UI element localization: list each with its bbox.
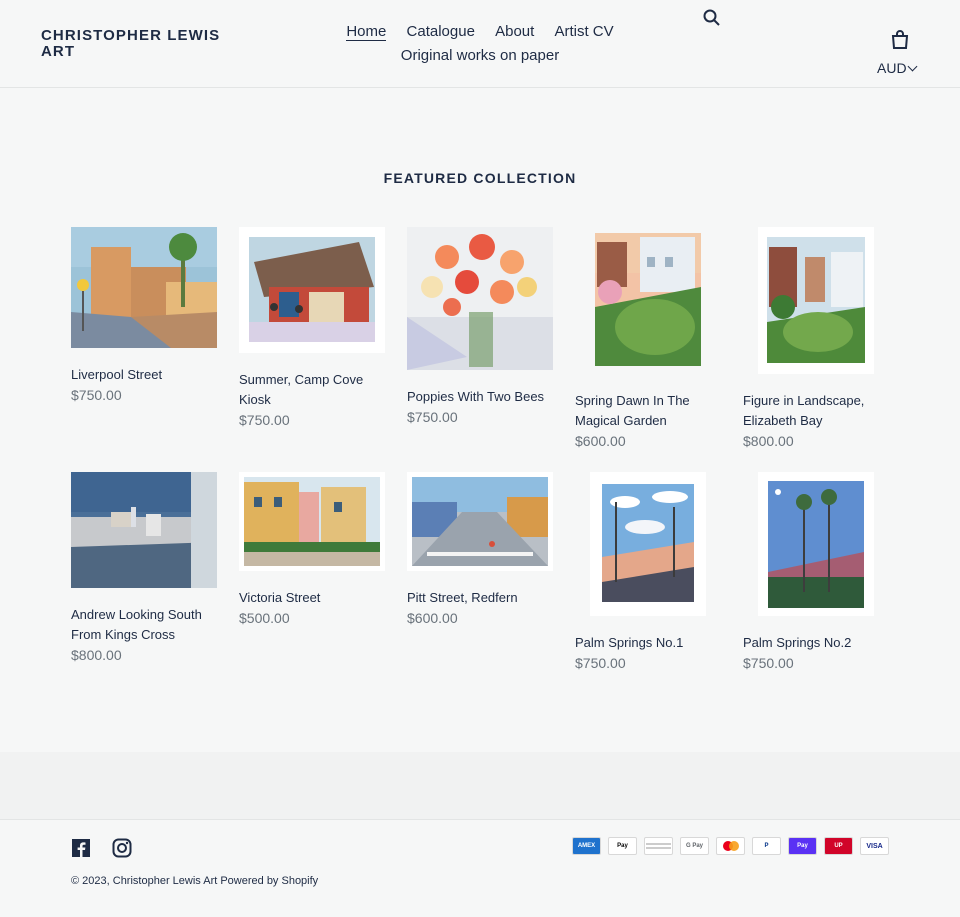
product-price: $750.00	[575, 655, 626, 671]
product-card[interactable]: Andrew Looking South From Kings Cross $8…	[71, 472, 217, 665]
google-pay-icon: G Pay	[680, 837, 709, 855]
product-image[interactable]	[743, 472, 889, 616]
product-price: $600.00	[407, 610, 458, 626]
product-price: $750.00	[743, 655, 794, 671]
site-footer: © 2023, Christopher Lewis Art Powered by…	[0, 820, 960, 917]
nav-catalogue[interactable]: Catalogue	[407, 23, 475, 40]
footer-top-band	[0, 752, 960, 820]
main-nav: Home Catalogue About Artist CV Original …	[330, 20, 630, 68]
product-price: $600.00	[575, 433, 626, 449]
union-pay-icon: UP	[824, 837, 853, 855]
product-card[interactable]: Liverpool Street $750.00	[71, 227, 217, 405]
nav-original-works[interactable]: Original works on paper	[401, 47, 559, 64]
currency-selector[interactable]: AUD	[877, 60, 918, 76]
product-title[interactable]: Spring Dawn In The Magical Garden	[575, 391, 721, 431]
nav-about[interactable]: About	[495, 23, 534, 40]
mastercard-icon	[716, 837, 745, 855]
product-price: $750.00	[71, 387, 122, 403]
product-card[interactable]: Poppies With Two Bees $750.00	[407, 227, 553, 427]
paypal-icon: P	[752, 837, 781, 855]
product-image[interactable]	[71, 472, 217, 588]
product-title[interactable]: Liverpool Street	[71, 365, 217, 385]
product-title[interactable]: Summer, Camp Cove Kiosk	[239, 370, 385, 410]
product-title[interactable]: Victoria Street	[239, 588, 385, 608]
diners-club-icon	[644, 837, 673, 855]
product-title[interactable]: Pitt Street, Redfern	[407, 588, 553, 608]
search-icon[interactable]	[702, 8, 722, 28]
shop-pay-icon: Pay	[788, 837, 817, 855]
product-image[interactable]	[575, 227, 721, 374]
product-card[interactable]: Figure in Landscape, Elizabeth Bay $800.…	[743, 227, 889, 451]
visa-icon: VISA	[860, 837, 889, 855]
product-card[interactable]: Palm Springs No.2 $750.00	[743, 472, 889, 673]
cart-icon[interactable]	[889, 29, 911, 51]
product-card[interactable]: Spring Dawn In The Magical Garden $600.0…	[575, 227, 721, 451]
product-card[interactable]: Palm Springs No.1 $750.00	[575, 472, 721, 673]
product-price: $800.00	[743, 433, 794, 449]
product-title[interactable]: Poppies With Two Bees	[407, 387, 553, 407]
chevron-down-icon	[907, 61, 918, 72]
product-card[interactable]: Summer, Camp Cove Kiosk $750.00	[239, 227, 385, 430]
product-image[interactable]	[239, 472, 385, 571]
product-price: $800.00	[71, 647, 122, 663]
product-price: $750.00	[407, 409, 458, 425]
copyright-text: © 2023, Christopher Lewis Art Powered by…	[71, 875, 319, 887]
product-title[interactable]: Andrew Looking South From Kings Cross	[71, 605, 217, 645]
site-header: CHRISTOPHER LEWIS ART Home Catalogue Abo…	[0, 0, 960, 88]
currency-label: AUD	[877, 60, 907, 76]
facebook-icon[interactable]	[71, 838, 91, 858]
product-card[interactable]: Victoria Street $500.00	[239, 472, 385, 628]
product-title[interactable]: Figure in Landscape, Elizabeth Bay	[743, 391, 889, 431]
product-title[interactable]: Palm Springs No.2	[743, 633, 889, 653]
apple-pay-icon: Pay	[608, 837, 637, 855]
product-card[interactable]: Pitt Street, Redfern $600.00	[407, 472, 553, 628]
product-image[interactable]	[71, 227, 217, 348]
product-image[interactable]	[407, 227, 553, 370]
instagram-icon[interactable]	[112, 838, 132, 858]
product-price: $500.00	[239, 610, 290, 626]
featured-collection-title: FEATURED COLLECTION	[383, 170, 577, 186]
nav-home[interactable]: Home	[346, 23, 387, 41]
product-image[interactable]	[743, 227, 889, 374]
nav-artist-cv[interactable]: Artist CV	[554, 23, 613, 40]
product-image[interactable]	[407, 472, 553, 571]
product-price: $750.00	[239, 412, 290, 428]
site-logo[interactable]: CHRISTOPHER LEWIS ART	[41, 28, 221, 60]
product-image[interactable]	[239, 227, 385, 353]
product-title[interactable]: Palm Springs No.1	[575, 633, 721, 653]
product-image[interactable]	[575, 472, 721, 616]
amex-icon: AMEX	[572, 837, 601, 855]
